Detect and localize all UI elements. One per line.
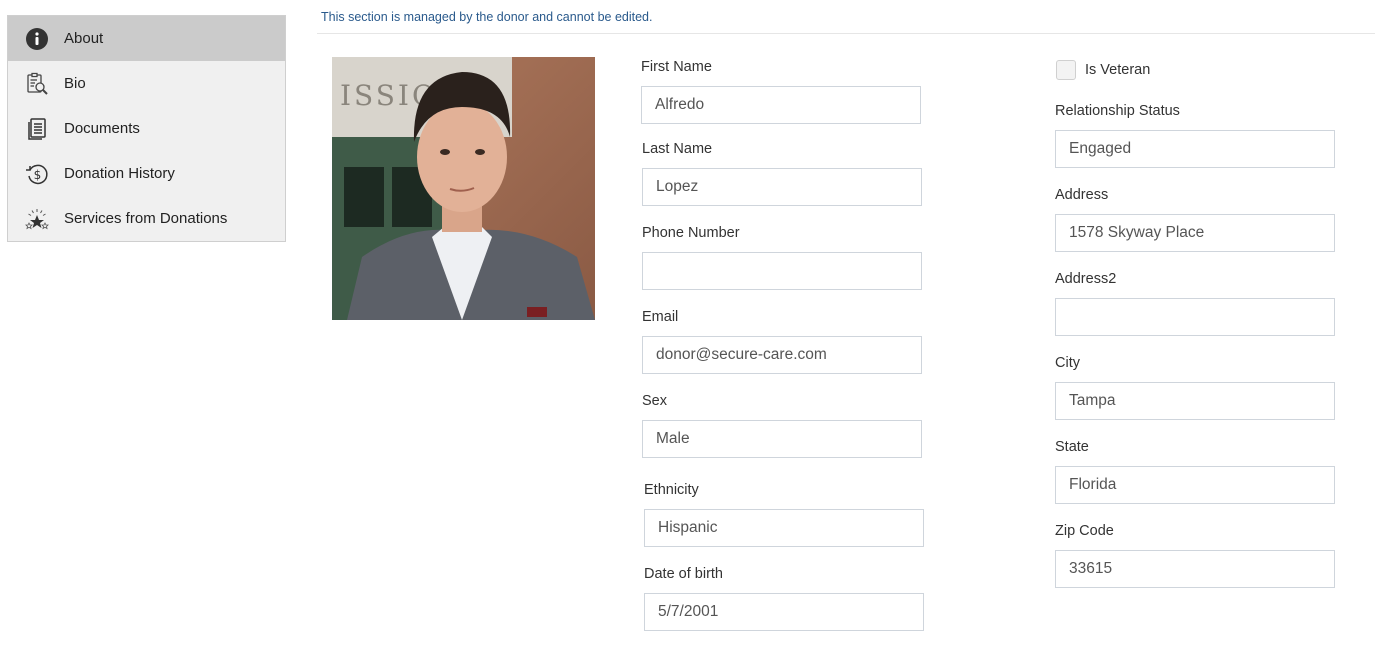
sidebar-item-about[interactable]: About [8,16,285,61]
sidebar-item-donation-history[interactable]: $ Donation History [8,151,285,196]
sidebar-item-services[interactable]: Services from Donations [8,196,285,241]
sidebar-item-label: About [64,30,104,47]
address-label: Address [1055,187,1109,203]
sidebar-item-documents[interactable]: Documents [8,106,285,151]
sidebar-item-label: Services from Donations [64,210,228,227]
documents-icon [25,117,49,141]
ethnicity-label: Ethnicity [644,482,699,498]
email-label: Email [642,309,679,325]
email-input[interactable] [642,336,922,374]
address2-field: Address2 [1055,271,1335,336]
dollar-history-icon: $ [25,162,49,186]
sidebar-nav: About Bio Documents $ Donation History S… [7,15,286,242]
clipboard-search-icon [25,72,49,96]
is-veteran-checkbox[interactable] [1056,60,1076,80]
read-only-notice: This section is managed by the donor and… [321,10,653,24]
sex-field: Sex [642,393,922,458]
profile-photo-image: ISSIO [332,57,595,320]
stars-icon [25,207,49,231]
is-veteran-label: Is Veteran [1085,62,1151,78]
state-field: State [1055,439,1335,504]
phone-input[interactable] [642,252,922,290]
first-name-label: First Name [641,59,712,75]
divider [317,33,1375,34]
address2-label: Address2 [1055,271,1117,287]
relationship-label: Relationship Status [1055,103,1180,119]
state-input[interactable] [1055,466,1335,504]
is-veteran-field: Is Veteran [1056,60,1150,80]
ethnicity-input[interactable] [644,509,924,547]
phone-label: Phone Number [642,225,740,241]
sex-input[interactable] [642,420,922,458]
svg-text:$: $ [34,168,42,182]
first-name-input[interactable] [641,86,921,124]
dob-input[interactable] [644,593,924,631]
dob-field: Date of birth [644,566,924,631]
zip-field: Zip Code [1055,523,1335,588]
relationship-input[interactable] [1055,130,1335,168]
state-label: State [1055,439,1089,455]
address-input[interactable] [1055,214,1335,252]
phone-field: Phone Number [642,225,922,290]
ethnicity-field: Ethnicity [644,482,924,547]
profile-photo: ISSIO [332,57,595,320]
last-name-field: Last Name [642,141,922,206]
city-input[interactable] [1055,382,1335,420]
address2-input[interactable] [1055,298,1335,336]
city-label: City [1055,355,1080,371]
relationship-field: Relationship Status [1055,103,1335,168]
sidebar-item-bio[interactable]: Bio [8,61,285,106]
email-field: Email [642,309,922,374]
last-name-label: Last Name [642,141,713,157]
city-field: City [1055,355,1335,420]
last-name-input[interactable] [642,168,922,206]
sex-label: Sex [642,393,667,409]
info-icon [25,27,49,51]
zip-label: Zip Code [1055,523,1114,539]
sidebar-item-label: Documents [64,120,140,137]
sidebar-item-label: Bio [64,75,86,92]
address-field: Address [1055,187,1335,252]
zip-input[interactable] [1055,550,1335,588]
first-name-field: First Name [641,59,921,124]
dob-label: Date of birth [644,566,723,582]
sidebar-item-label: Donation History [64,165,175,182]
